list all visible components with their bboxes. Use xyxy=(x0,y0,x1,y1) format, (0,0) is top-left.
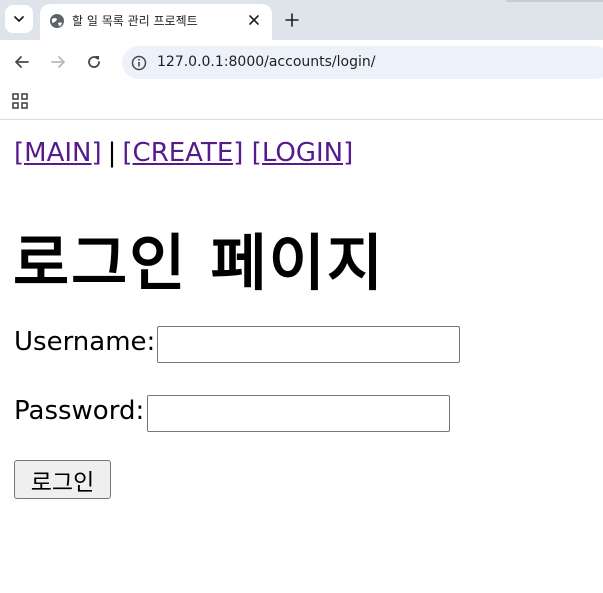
reload-button[interactable] xyxy=(82,50,106,74)
active-tab[interactable]: 할 일 목록 관리 프로젝트 xyxy=(40,4,272,40)
chevron-down-icon xyxy=(14,16,24,22)
info-icon xyxy=(131,55,147,71)
back-button[interactable] xyxy=(10,50,34,74)
arrow-right-icon xyxy=(51,56,65,68)
bookmarks-bar xyxy=(0,85,603,120)
site-info-button[interactable] xyxy=(130,54,148,72)
username-input[interactable] xyxy=(157,326,460,363)
address-bar[interactable]: 127.0.0.1:8000/accounts/login/ xyxy=(122,46,603,79)
username-label: Username: xyxy=(14,327,156,357)
nav-link-create[interactable]: [CREATE] xyxy=(122,138,243,168)
tab-title: 할 일 목록 관리 프로젝트 xyxy=(72,14,198,28)
nav-link-main[interactable]: [MAIN] xyxy=(14,138,102,168)
page-content: [MAIN] | [CREATE] [LOGIN] 로그인 페이지 Username… xyxy=(0,121,603,593)
browser-toolbar: 127.0.0.1:8000/accounts/login/ xyxy=(0,40,603,85)
password-input[interactable] xyxy=(147,395,450,432)
tab-close-button[interactable] xyxy=(246,12,262,28)
site-nav: [MAIN] | [CREATE] [LOGIN] xyxy=(14,138,353,168)
apps-grid-icon[interactable] xyxy=(11,92,29,110)
login-button[interactable]: 로그인 xyxy=(14,460,111,499)
url-text[interactable]: 127.0.0.1:8000/accounts/login/ xyxy=(157,54,375,70)
close-icon xyxy=(249,15,259,25)
tab-search-button[interactable] xyxy=(5,5,33,33)
password-label: Password: xyxy=(14,396,145,426)
tabstrip-edge xyxy=(506,0,603,2)
reload-icon xyxy=(88,56,100,68)
plus-icon xyxy=(285,13,299,27)
new-tab-button[interactable] xyxy=(280,8,304,32)
tab-strip: 할 일 목록 관리 프로젝트 xyxy=(0,0,603,40)
nav-link-login[interactable]: [LOGIN] xyxy=(252,138,354,168)
page-title: 로그인 페이지 xyxy=(13,228,385,299)
globe-icon xyxy=(50,14,64,28)
arrow-left-icon xyxy=(15,56,29,68)
nav-separator: | xyxy=(107,138,117,168)
forward-button[interactable] xyxy=(46,50,70,74)
